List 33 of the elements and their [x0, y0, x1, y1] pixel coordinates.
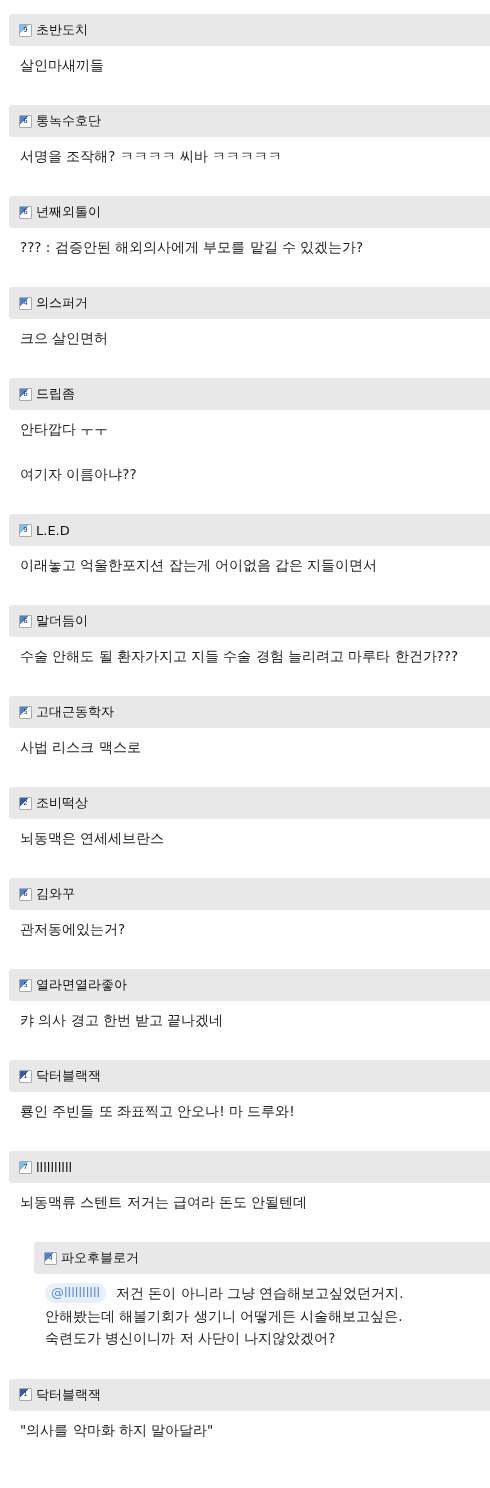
username[interactable]: 년째외톨이 [36, 203, 101, 221]
username[interactable]: 김와꾸 [36, 885, 75, 903]
username[interactable]: 파오후블로거 [61, 1249, 139, 1267]
username[interactable]: llllllllll [36, 1159, 73, 1175]
username[interactable]: 닥터블랙잭 [36, 1385, 101, 1404]
username[interactable]: 닥터블랙잭 [36, 1067, 101, 1085]
comment-text: 여기자 이름아냐?? [20, 465, 138, 484]
comment-text: 수술 안해도 될 환자가지고 지들 수술 경험 늘리려고 마루타 한건가??? [20, 647, 460, 666]
username[interactable]: 의스퍼거 [36, 294, 88, 312]
comment-text: 사법 리스크 맥스로 [20, 738, 142, 757]
comment-text: 서명을 조작해? ㅋㅋㅋㅋ 씨바 ㅋㅋㅋㅋㅋ [20, 147, 284, 166]
comment-text: 뇌동맥류 스텐트 저거는 급여라 돈도 안될텐데 [20, 1193, 309, 1212]
comment-text: 관저동에있는거? [20, 920, 127, 939]
username[interactable]: 초반도치 [36, 21, 88, 39]
comment-text: 뇌동맥은 연세세브란스 [20, 829, 166, 848]
username[interactable]: 통녹수호단 [36, 112, 101, 130]
comment-text: 룡인 주빈들 또 좌표찍고 안오나! 마 드루와! [20, 1102, 296, 1121]
comment-text: 살인마새끼들 [20, 56, 105, 75]
comment-text: 안타깝다 ㅜㅜ [20, 420, 110, 439]
username[interactable]: 열라면열라좋아 [36, 976, 127, 994]
comment-text: 안해봤는데 해볼기회가 생기니 어떻게든 시술해보고싶은. [45, 1306, 403, 1326]
comment-text: ??? : 검증안된 해외의사에게 부모를 맡길 수 있겠는가? [20, 238, 365, 257]
comment-text: 이래놓고 억울한포지션 잡는게 어이없음 갑은 지들이면서 [20, 556, 379, 575]
username[interactable]: 고대근동학자 [36, 703, 114, 721]
comment-text: 크으 살인면허 [20, 329, 110, 348]
comment-text: 숙련도가 병신이니까 저 사단이 나지않았겠어? [45, 1329, 336, 1348]
username[interactable]: L.E.D [36, 522, 70, 538]
username[interactable]: 말더듬이 [36, 612, 88, 630]
username[interactable]: 조비떡상 [36, 794, 88, 812]
comment-text: 캬 의사 경고 한번 받고 끝나겠네 [20, 1011, 225, 1030]
username[interactable]: 드립좀 [36, 385, 75, 403]
comment-text: "의사를 악마화 하지 말아달라" [20, 1420, 215, 1440]
comment-text: 저건 돈이 아니라 그냥 연습해보고싶었던거지. [116, 1284, 404, 1303]
